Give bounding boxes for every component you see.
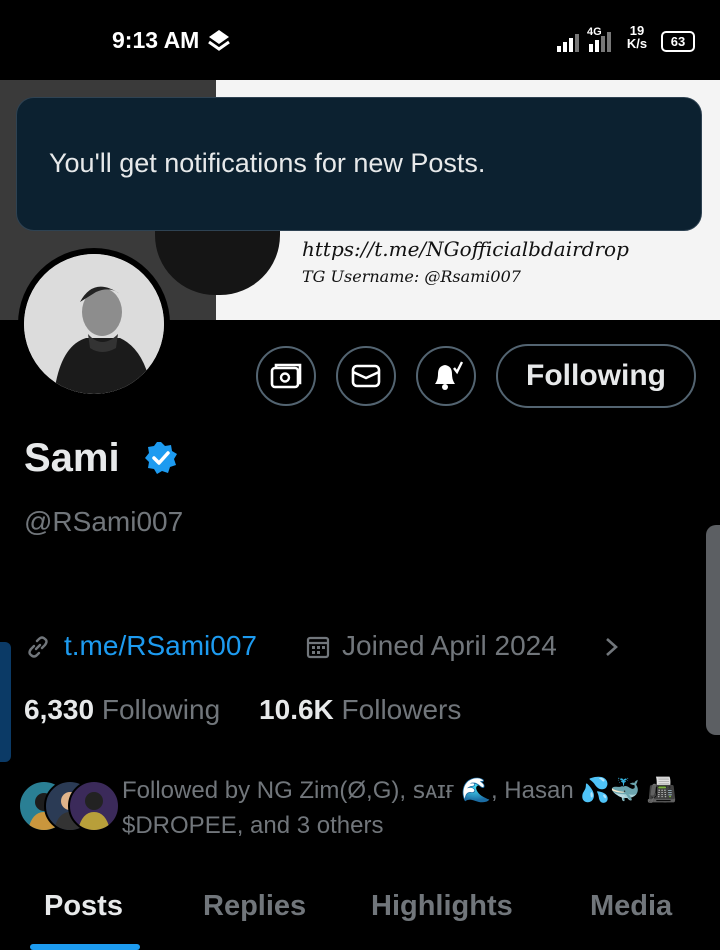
follower-avatar[interactable] [68, 780, 120, 832]
net-speed: 19 K/s [615, 24, 659, 50]
battery-icon: 63 [661, 31, 695, 52]
profile-name: Sami [24, 436, 120, 480]
banner-tg-text: TG Username: @Rsami007 [302, 267, 521, 286]
following-count: 6,330 [24, 694, 95, 725]
network-type-label: 4G [587, 26, 602, 38]
status-bar: 9:13 AM 4G 19 K/s 63 [0, 0, 720, 80]
edge-handle-left[interactable] [0, 642, 11, 762]
followers-stat[interactable]: 10.6K Followers [259, 694, 461, 725]
followers-stat-label: Followers [341, 694, 462, 725]
followers-count: 10.6K [259, 694, 334, 725]
tab-posts[interactable]: Posts [44, 890, 123, 923]
follow-stats: 6,330 Following 10.6K Followers [24, 694, 461, 726]
edge-handle-right[interactable] [706, 525, 720, 735]
avatar-photo [24, 254, 164, 394]
subscribe-button[interactable] [256, 346, 316, 406]
tab-media[interactable]: Media [590, 890, 672, 923]
active-tab-indicator [30, 944, 140, 950]
subscribe-icon [270, 363, 302, 389]
profile-link[interactable]: t.me/RSami007 [64, 630, 257, 662]
joined-date: Joined April 2024 [342, 630, 557, 661]
chevron-right-icon[interactable] [603, 636, 621, 658]
location-icon [208, 30, 230, 51]
followed-by-text[interactable]: Followed by NG Zim(Ø,G), ꜱᴀɪғ 🌊, Hasan 💦… [122, 773, 702, 843]
following-stat[interactable]: 6,330 Following [24, 694, 220, 725]
following-button[interactable]: Following [496, 344, 696, 408]
toast-message: You'll get notifications for new Posts. [49, 148, 486, 178]
link-icon [28, 636, 48, 658]
banner-url-text: https://t.me/NGofficialbdairdrop [302, 237, 629, 261]
message-button[interactable] [336, 346, 396, 406]
notification-button[interactable] [416, 346, 476, 406]
signal-icon: 4G [557, 26, 611, 52]
battery-level: 63 [670, 34, 686, 49]
tab-replies[interactable]: Replies [203, 890, 306, 923]
notification-toast: You'll get notifications for new Posts. [16, 97, 702, 231]
avatar-portrait-icon [24, 254, 164, 394]
following-stat-label: Following [101, 694, 221, 725]
tab-highlights[interactable]: Highlights [371, 890, 513, 923]
avatar[interactable] [18, 248, 170, 400]
calendar-icon [306, 636, 330, 659]
status-time: 9:13 AM [112, 27, 200, 53]
profile-handle: @RSami007 [24, 506, 184, 537]
net-speed-unit: K/s [626, 36, 648, 51]
notification-bell-icon [435, 361, 463, 390]
profile-tabs: Posts Replies Highlights Media [0, 880, 720, 950]
message-icon [351, 364, 381, 388]
verified-badge-icon [145, 442, 177, 474]
